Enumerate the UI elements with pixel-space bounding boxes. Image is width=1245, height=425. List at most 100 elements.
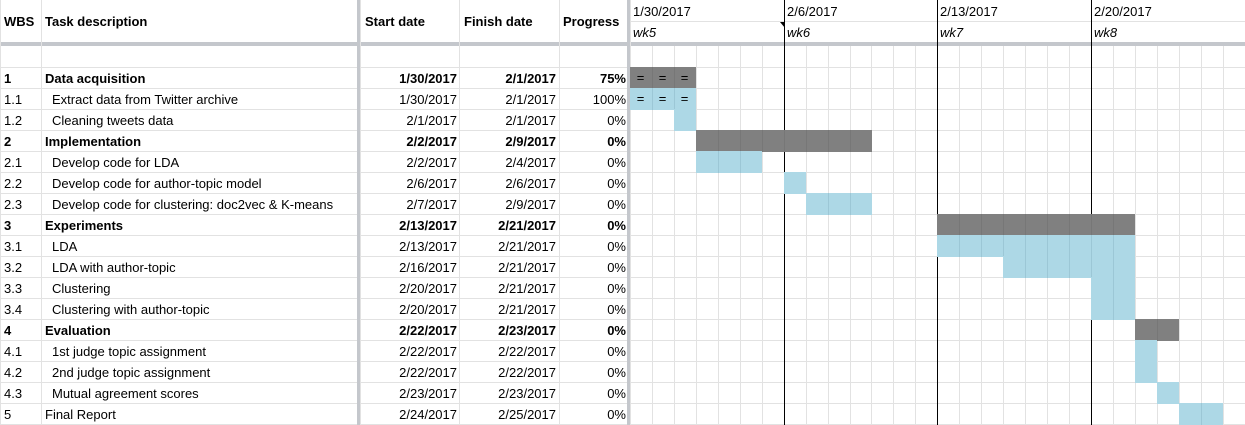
week-date-label[interactable]: 2/6/2017 xyxy=(784,1,938,22)
wbs-cell[interactable]: 3.2 xyxy=(4,257,40,278)
wbs-cell[interactable]: 3.1 xyxy=(4,236,40,257)
task-bar[interactable] xyxy=(674,109,696,131)
week-date-label[interactable]: 2/20/2017 xyxy=(1091,1,1245,22)
progress-cell[interactable]: 0% xyxy=(561,236,626,257)
start-date-cell[interactable]: 2/20/2017 xyxy=(362,299,457,320)
wbs-cell[interactable]: 4.3 xyxy=(4,383,40,404)
progress-cell[interactable]: 0% xyxy=(561,194,626,215)
task-bar[interactable] xyxy=(1157,382,1179,404)
wbs-cell[interactable]: 5 xyxy=(4,404,40,425)
start-date-cell[interactable]: 2/7/2017 xyxy=(362,194,457,215)
start-date-cell[interactable]: 2/23/2017 xyxy=(362,383,457,404)
wbs-cell[interactable]: 4 xyxy=(4,320,40,341)
task-cell[interactable]: Evaluation xyxy=(45,320,355,341)
finish-date-cell[interactable]: 2/21/2017 xyxy=(461,257,556,278)
week-date-label[interactable]: 1/30/2017 xyxy=(630,1,784,22)
start-date-cell[interactable]: 2/13/2017 xyxy=(362,215,457,236)
week-number-label[interactable]: wk5 xyxy=(630,22,784,43)
start-date-cell[interactable]: 2/6/2017 xyxy=(362,173,457,194)
start-date-cell[interactable]: 2/1/2017 xyxy=(362,110,457,131)
start-date-cell[interactable]: 2/13/2017 xyxy=(362,236,457,257)
wbs-cell[interactable]: 2.2 xyxy=(4,173,40,194)
finish-date-cell[interactable]: 2/23/2017 xyxy=(461,320,556,341)
header-task-description[interactable]: Task description xyxy=(45,0,355,44)
wbs-cell[interactable]: 2.3 xyxy=(4,194,40,215)
finish-date-cell[interactable]: 2/1/2017 xyxy=(461,89,556,110)
finish-date-cell[interactable]: 2/21/2017 xyxy=(461,299,556,320)
task-bar[interactable] xyxy=(1135,361,1157,383)
header-start-date[interactable]: Start date xyxy=(365,0,460,44)
finish-date-cell[interactable]: 2/1/2017 xyxy=(461,68,556,89)
task-cell[interactable]: 1st judge topic assignment xyxy=(52,341,355,362)
wbs-cell[interactable]: 4.1 xyxy=(4,341,40,362)
finish-date-cell[interactable]: 2/22/2017 xyxy=(461,362,556,383)
start-date-cell[interactable]: 2/22/2017 xyxy=(362,320,457,341)
wbs-cell[interactable]: 3 xyxy=(4,215,40,236)
task-cell[interactable]: Develop code for author-topic model xyxy=(52,173,355,194)
task-cell[interactable]: LDA xyxy=(52,236,355,257)
start-date-cell[interactable]: 1/30/2017 xyxy=(362,89,457,110)
task-cell[interactable]: Cleaning tweets data xyxy=(52,110,355,131)
progress-cell[interactable]: 0% xyxy=(561,404,626,425)
week-number-label[interactable]: wk8 xyxy=(1091,22,1245,43)
finish-date-cell[interactable]: 2/22/2017 xyxy=(461,341,556,362)
wbs-cell[interactable]: 3.4 xyxy=(4,299,40,320)
task-bar[interactable] xyxy=(1135,340,1157,362)
task-bar[interactable] xyxy=(784,172,806,194)
task-bar[interactable] xyxy=(937,235,1135,257)
progress-cell[interactable]: 0% xyxy=(561,383,626,404)
task-cell[interactable]: Develop code for LDA xyxy=(52,152,355,173)
progress-cell[interactable]: 0% xyxy=(561,215,626,236)
wbs-cell[interactable]: 1 xyxy=(4,68,40,89)
wbs-cell[interactable]: 4.2 xyxy=(4,362,40,383)
progress-cell[interactable]: 0% xyxy=(561,257,626,278)
progress-cell[interactable]: 0% xyxy=(561,320,626,341)
start-date-cell[interactable]: 2/2/2017 xyxy=(362,152,457,173)
task-cell[interactable]: Data acquisition xyxy=(45,68,355,89)
task-cell[interactable]: Final Report xyxy=(45,404,355,425)
week-number-label[interactable]: wk7 xyxy=(937,22,1091,43)
task-cell[interactable]: Implementation xyxy=(45,131,355,152)
task-cell[interactable]: 2nd judge topic assignment xyxy=(52,362,355,383)
wbs-cell[interactable]: 2.1 xyxy=(4,152,40,173)
finish-date-cell[interactable]: 2/25/2017 xyxy=(461,404,556,425)
task-bar[interactable] xyxy=(806,193,872,215)
task-cell[interactable]: Extract data from Twitter archive xyxy=(52,89,355,110)
progress-cell[interactable]: 100% xyxy=(561,89,626,110)
task-cell[interactable]: LDA with author-topic xyxy=(52,257,355,278)
progress-cell[interactable]: 0% xyxy=(561,173,626,194)
progress-cell[interactable]: 0% xyxy=(561,131,626,152)
progress-cell[interactable]: 0% xyxy=(561,299,626,320)
task-cell[interactable]: Clustering with author-topic xyxy=(52,299,355,320)
finish-date-cell[interactable]: 2/1/2017 xyxy=(461,110,556,131)
wbs-cell[interactable]: 1.1 xyxy=(4,89,40,110)
progress-cell[interactable]: 0% xyxy=(561,341,626,362)
finish-date-cell[interactable]: 2/21/2017 xyxy=(461,215,556,236)
finish-date-cell[interactable]: 2/23/2017 xyxy=(461,383,556,404)
week-number-label[interactable]: wk6 xyxy=(784,22,938,43)
wbs-cell[interactable]: 3.3 xyxy=(4,278,40,299)
progress-cell[interactable]: 75% xyxy=(561,68,626,89)
summary-bar[interactable] xyxy=(937,214,1135,236)
finish-date-cell[interactable]: 2/6/2017 xyxy=(461,173,556,194)
progress-cell[interactable]: 0% xyxy=(561,278,626,299)
progress-cell[interactable]: 0% xyxy=(561,362,626,383)
header-progress[interactable]: Progress xyxy=(563,0,627,44)
header-finish-date[interactable]: Finish date xyxy=(464,0,559,44)
start-date-cell[interactable]: 2/22/2017 xyxy=(362,362,457,383)
finish-date-cell[interactable]: 2/21/2017 xyxy=(461,278,556,299)
start-date-cell[interactable]: 2/2/2017 xyxy=(362,131,457,152)
task-cell[interactable]: Clustering xyxy=(52,278,355,299)
progress-cell[interactable]: 0% xyxy=(561,110,626,131)
task-cell[interactable]: Mutual agreement scores xyxy=(52,383,355,404)
finish-date-cell[interactable]: 2/9/2017 xyxy=(461,131,556,152)
task-bar[interactable] xyxy=(696,151,762,173)
start-date-cell[interactable]: 2/20/2017 xyxy=(362,278,457,299)
start-date-cell[interactable]: 1/30/2017 xyxy=(362,68,457,89)
start-date-cell[interactable]: 2/16/2017 xyxy=(362,257,457,278)
wbs-cell[interactable]: 2 xyxy=(4,131,40,152)
finish-date-cell[interactable]: 2/21/2017 xyxy=(461,236,556,257)
start-date-cell[interactable]: 2/24/2017 xyxy=(362,404,457,425)
progress-cell[interactable]: 0% xyxy=(561,152,626,173)
week-date-label[interactable]: 2/13/2017 xyxy=(937,1,1091,22)
